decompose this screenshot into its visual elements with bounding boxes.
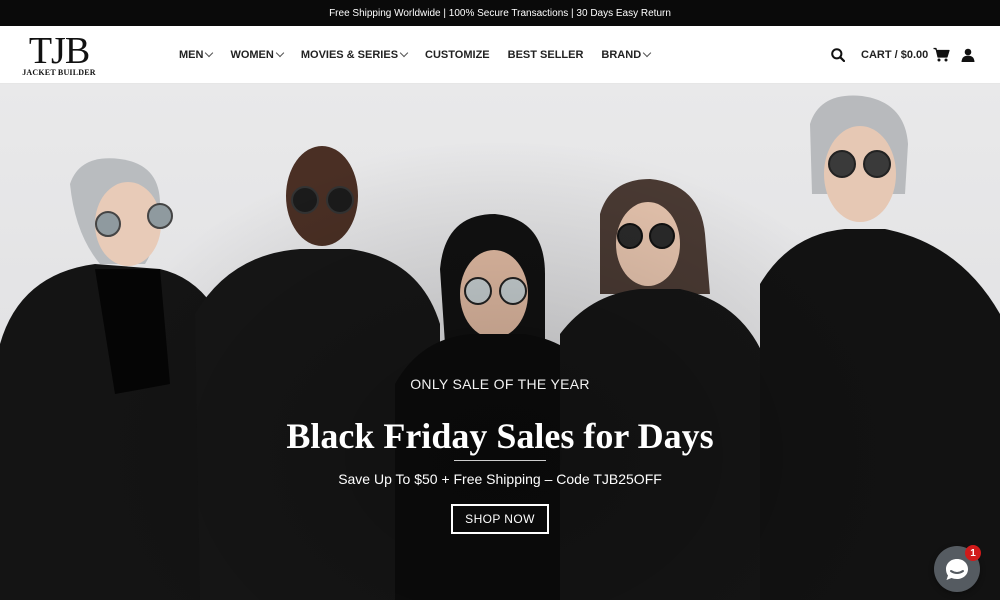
nav-label: MOVIES & SERIES bbox=[300, 49, 399, 61]
nav-item-women[interactable]: WOMEN bbox=[230, 48, 285, 61]
nav-item-men[interactable]: MEN bbox=[179, 48, 214, 61]
announcement-bar: Free Shipping Worldwide | 100% Secure Tr… bbox=[0, 0, 1000, 26]
hero-banner: ONLY SALE OF THE YEAR Black Friday Sales… bbox=[0, 84, 1000, 600]
main-nav: MEN WOMEN MOVIES & SERIES CUSTOMIZE BEST… bbox=[179, 26, 668, 84]
user-icon[interactable] bbox=[961, 48, 975, 62]
cart-icon bbox=[933, 47, 950, 62]
nav-item-best-seller[interactable]: BEST SELLER bbox=[508, 49, 584, 61]
nav-label: WOMEN bbox=[230, 49, 274, 61]
hero-kicker: ONLY SALE OF THE YEAR bbox=[410, 376, 590, 392]
nav-item-movies-series[interactable]: MOVIES & SERIES bbox=[300, 48, 409, 61]
logo-tagline: JACKET BUILDER bbox=[22, 68, 96, 77]
nav-label: MEN bbox=[179, 49, 204, 61]
hero-subtitle: Save Up To $50 + Free Shipping – Code TJ… bbox=[338, 471, 662, 487]
search-icon[interactable] bbox=[831, 48, 845, 62]
logo-wordmark: TJB bbox=[28, 30, 90, 72]
announcement-text: Free Shipping Worldwide | 100% Secure Tr… bbox=[329, 7, 671, 19]
chat-notification-badge: 1 bbox=[965, 545, 981, 561]
hero-divider bbox=[454, 460, 546, 461]
nav-item-customize[interactable]: CUSTOMIZE bbox=[425, 49, 490, 61]
site-logo[interactable]: TJB JACKET BUILDER bbox=[22, 30, 96, 78]
site-header: TJB JACKET BUILDER MEN WOMEN MOVIES & SE… bbox=[0, 26, 1000, 84]
cart-link[interactable]: CART / $0.00 bbox=[861, 47, 950, 62]
chevron-down-icon bbox=[642, 48, 652, 58]
chevron-down-icon bbox=[399, 48, 409, 58]
nav-label: CUSTOMIZE bbox=[425, 49, 490, 61]
shop-now-button[interactable]: SHOP NOW bbox=[451, 504, 549, 534]
nav-item-brand[interactable]: BRAND bbox=[601, 48, 652, 61]
nav-label: BEST SELLER bbox=[507, 49, 584, 61]
cart-label: CART / $0.00 bbox=[861, 48, 929, 61]
chevron-down-icon bbox=[275, 48, 285, 58]
nav-label: BRAND bbox=[601, 49, 642, 61]
hero-title: Black Friday Sales for Days bbox=[286, 416, 714, 456]
chevron-down-icon bbox=[205, 48, 214, 58]
